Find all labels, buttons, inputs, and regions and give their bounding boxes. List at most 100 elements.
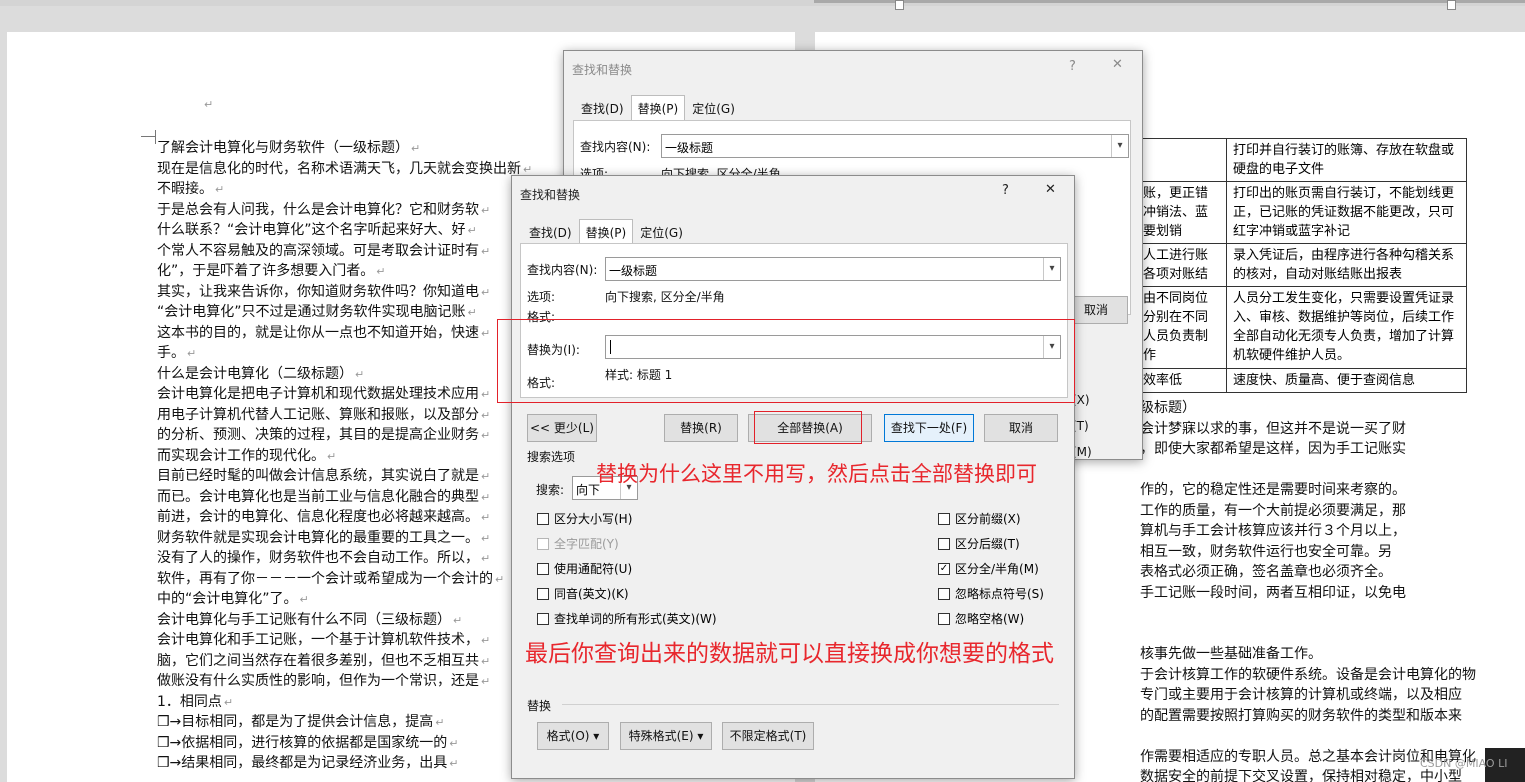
table-cell[interactable]: 效率低 [1136,368,1227,393]
doc-line[interactable]: 了解会计电算化与财务软件（一级标题） ↵ [157,138,532,159]
doc-line[interactable]: 现在是信息化的时代，名称术语满天飞，几天就会变换出新 ↵ [157,159,532,180]
doc-line[interactable]: 脑，它们之间当然存在着很多差别，但也不乏相互共 ↵ [157,651,532,672]
doc-line[interactable]: 中的“会计电算化”了。 ↵ [157,589,532,610]
doc-line[interactable]: 1．相同点 ↵ [157,692,532,713]
doc-line[interactable]: 这本书的目的，就是让你从一点也不知道开始，快速 ↵ [157,323,532,344]
doc-line[interactable]: 会计电算化与手工记账有什么不同（三级标题） ↵ [157,610,532,631]
doc-line[interactable]: 的分析、预测、决策的过程，其目的是提高企业财务 ↵ [157,425,532,446]
doc-line[interactable]: 手。 ↵ [157,343,532,364]
doc-line[interactable]: 会计电算化和手工记账，一个基于计算机软件技术， ↵ [157,630,532,651]
doc-line[interactable]: 前进，会计的电算化、信息化程度也必将越来越高。 ↵ [157,507,532,528]
close-icon[interactable]: ✕ [1045,182,1056,197]
option-label: 使用通配符(U) [554,562,633,576]
doc-line[interactable]: 工作的质量，有一个大前提必须要满足，那 [1140,501,1476,522]
close-icon[interactable]: ✕ [1112,57,1123,72]
special-format-button[interactable]: 特殊格式(E) ▾ [620,722,712,750]
doc-line[interactable]: ❒→目标相同，都是为了提供会计信息，提高 ↵ [157,712,532,733]
doc-line[interactable]: “会计电算化”只不过是通过财务软件实现电脑记账 ↵ [157,302,532,323]
doc-line[interactable] [1140,460,1476,481]
doc-line[interactable] [1140,726,1476,747]
ruler-marker[interactable] [895,0,904,10]
doc-line[interactable]: ❒→结果相同，最终都是为记录经济业务，出具 ↵ [157,753,532,774]
option-checkbox[interactable]: 区分大小写(H) [537,510,632,527]
doc-line[interactable]: 不暇接。 ↵ [157,179,532,200]
find-field[interactable]: 一级标题 ▾ [605,257,1061,281]
help-icon[interactable]: ? [1002,183,1009,198]
find-next-button[interactable]: 查找下一处(F) [884,414,974,442]
doc-line[interactable]: 化”，于是吓着了许多想要入门者。 ↵ [157,261,532,282]
doc-line[interactable]: 作的，它的稳定性还是需要时间来考察的。 [1140,480,1476,501]
doc-line[interactable]: 专门或主要用于会计核算的计算机或终端，以及相应 [1140,685,1476,706]
tab-find[interactable]: 查找(D) [522,219,579,246]
doc-line[interactable]: ，即使大家都希望是这样，因为手工记账实 [1140,439,1476,460]
table-cell[interactable]: 账，更正错冲销法、蓝要划销 [1136,181,1227,244]
doc-line[interactable]: 会计梦寐以求的事，但这并不是说一买了财 [1140,419,1476,440]
doc-line[interactable]: 而实现会计工作的现代化。 ↵ [157,446,532,467]
doc-line[interactable]: 财务软件就是实现会计电算化的最重要的工具之一。 ↵ [157,528,532,549]
doc-line[interactable]: 级标题） [1140,398,1476,419]
document-text-left[interactable]: 了解会计电算化与财务软件（一级标题） ↵ 现在是信息化的时代，名称术语满天飞，几天就… [157,138,532,774]
table-cell[interactable]: 打印并自行装订的账簿、存放在软盘或硬盘的电子文件 [1226,138,1467,182]
table-cell[interactable]: 打印出的账页需自行装订，不能划线更正，已记账的凭证数据不能更改，只可红字冲销或蓝… [1226,181,1467,244]
doc-line[interactable]: 什么联系？“会计电算化”这个名字听起来好大、好 ↵ [157,220,532,241]
option-checkbox[interactable]: 查找单词的所有形式(英文)(W) [537,610,717,627]
doc-line[interactable]: 相互一致，财务软件运行也安全可靠。另 [1140,542,1476,563]
chevron-down-icon[interactable]: ▾ [1111,135,1128,157]
option-checkbox[interactable]: 使用通配符(U) [537,560,632,577]
doc-line[interactable]: 做账没有什么实质性的影响，但作为一个常识，还是 ↵ [157,671,532,692]
option-checkbox[interactable]: 忽略空格(W) [938,610,1024,627]
doc-line[interactable]: 于会计核算工作的软硬件系统。设备是会计电算化的物 [1140,665,1476,686]
document-text-right[interactable]: 级标题） 会计梦寐以求的事，但这并不是说一买了财 ，即使大家都希望是这样，因为手工记… [1140,398,1476,782]
tab-goto[interactable]: 定位(G) [685,95,742,122]
tab-goto[interactable]: 定位(G) [633,219,690,246]
chevron-down-icon[interactable]: ▾ [1043,258,1060,280]
doc-line-text: 财务软件就是实现会计电算化的最重要的工具之一。 [157,529,479,546]
option-checkbox[interactable]: 区分前缀(X) [938,510,1021,527]
table-cell[interactable]: 人工进行账各项对账结 [1136,243,1227,287]
paragraph-mark: ↵ [481,429,491,442]
table-cell[interactable]: 由不同岗位分别在不同人员负责制作 [1136,286,1227,369]
doc-line[interactable]: 表格式必须正确，签名盖章也必须齐全。 [1140,562,1476,583]
table-cell[interactable]: 速度快、质量高、便于查阅信息 [1226,368,1467,393]
doc-line[interactable]: 核事先做一些基础准备工作。 [1140,644,1476,665]
option-checkbox[interactable]: 忽略标点符号(S) [938,585,1044,602]
doc-line[interactable]: 用电子计算机代替人工记账、算账和报账，以及部分 ↵ [157,405,532,426]
doc-line[interactable]: 个常人不容易触及的高深领域。可是考取会计证时有 ↵ [157,241,532,262]
tab-replace[interactable]: 替换(P) [578,219,634,246]
option-checkbox[interactable]: 同音(英文)(K) [537,585,629,602]
ruler-marker[interactable] [1447,0,1456,10]
doc-line[interactable]: 的配置需要按照打算购买的财务软件的类型和版本来 [1140,706,1476,727]
doc-line[interactable]: 手工记账一段时间，两者互相印证，以免电 [1140,583,1476,604]
no-format-button[interactable]: 不限定格式(T) [722,722,814,750]
doc-line[interactable]: 软件，再有了你－－－一个会计或希望成为一个会计的 ↵ [157,569,532,590]
option-checkbox[interactable]: ✓ 区分全/半角(M) [938,560,1039,577]
comparison-table[interactable]: 打印并自行装订的账簿、存放在软盘或硬盘的电子文件 账，更正错冲销法、蓝要划销 打印出… [1136,138,1467,393]
doc-line[interactable]: 算机与手工会计核算应该并行３个月以上， [1140,521,1476,542]
doc-line[interactable]: 什么是会计电算化（二级标题） ↵ [157,364,532,385]
format-button[interactable]: 格式(O) ▾ [537,722,609,750]
doc-line-text: ❒→结果相同，最终都是为记录经济业务，出具 [157,755,448,771]
doc-line[interactable]: 会计电算化是把电子计算机和现代数据处理技术应用 ↵ [157,384,532,405]
table-cell[interactable] [1136,138,1227,182]
doc-line[interactable] [1140,603,1476,624]
find-field[interactable]: 一级标题 ▾ [661,134,1129,158]
option-checkbox[interactable]: 区分后缀(T) [938,535,1020,552]
doc-line[interactable]: ❒→依据相同，进行核算的依据都是国家统一的 ↵ [157,733,532,754]
tab-replace[interactable]: 替换(P) [630,95,686,122]
doc-line[interactable]: 没有了人的操作，财务软件也不会自动工作。所以， ↵ [157,548,532,569]
doc-line-text: ❒→依据相同，进行核算的依据都是国家统一的 [157,734,448,751]
doc-line[interactable]: 而已。会计电算化也是当前工业与信息化融合的典型 ↵ [157,487,532,508]
less-button[interactable]: << 更少(L) [527,414,597,442]
doc-line[interactable]: 其实，让我来告诉你，你知道财务软件吗？你知道电 ↵ [157,282,532,303]
doc-line[interactable]: 于是总会有人问我，什么是会计电算化？它和财务软 ↵ [157,200,532,221]
table-cell[interactable]: 录入凭证后，由程序进行各种勾稽关系的核对，自动对账结账出报表 [1226,243,1467,287]
paragraph-mark: ↵ [481,552,491,565]
replace-button[interactable]: 替换(R) [664,414,738,442]
table-cell[interactable]: 人员分工发生变化，只需要设置凭证录入、审核、数据维护等岗位，后续工作全部自动化无… [1226,286,1467,369]
doc-line[interactable] [1140,624,1476,645]
tab-find[interactable]: 查找(D) [574,95,631,122]
cancel-button[interactable]: 取消 [984,414,1058,442]
help-icon[interactable]: ? [1069,59,1076,74]
doc-line[interactable]: 目前已经时髦的叫做会计信息系统，其实说白了就是 ↵ [157,466,532,487]
margin-corner [141,136,155,137]
